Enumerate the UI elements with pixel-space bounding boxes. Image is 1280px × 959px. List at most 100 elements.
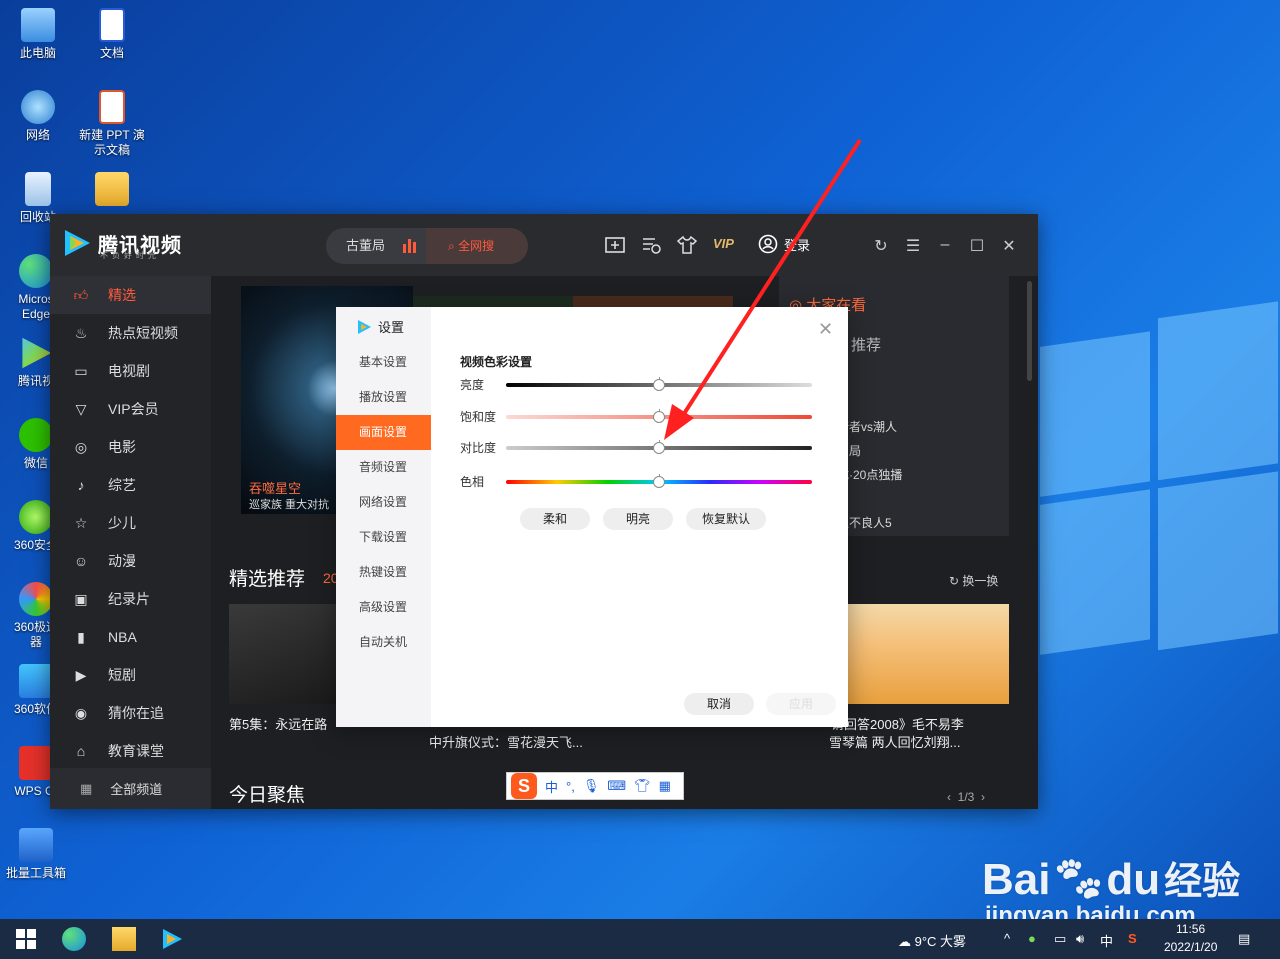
- sidebar-item-following[interactable]: ◉ 猜你在追: [50, 694, 211, 732]
- search-bar[interactable]: 古董局 ⌕ 全网搜: [326, 228, 528, 264]
- sidebar-item-tv[interactable]: ▭ 电视剧: [50, 352, 211, 390]
- tencent-video-logo-icon: [65, 230, 90, 256]
- ppt-icon: [99, 90, 125, 124]
- clock-date[interactable]: 2022/1/20: [1164, 940, 1217, 954]
- microphone-icon: ♪: [77, 477, 85, 493]
- desktop-icon-ppt[interactable]: 新建 PPT 演 示文稿: [76, 90, 148, 158]
- skin-icon[interactable]: 👕︎: [634, 778, 651, 794]
- scrollbar[interactable]: [1027, 281, 1032, 381]
- sidebar-item-label: 电影: [108, 439, 136, 455]
- notification-icon[interactable]: ▤: [1238, 931, 1250, 947]
- desktop-icon-tools[interactable]: 批量工具箱: [0, 828, 72, 881]
- sidebar-item-movie[interactable]: ◎ 电影: [50, 428, 211, 466]
- close-icon[interactable]: ✕: [999, 236, 1019, 256]
- 360-soft-icon: [19, 664, 53, 698]
- pager[interactable]: ‹ 1/3 ›: [947, 790, 985, 804]
- tray-chevron-icon[interactable]: ^: [1004, 931, 1010, 946]
- ime-indicator[interactable]: 中: [1100, 931, 1113, 950]
- windows-start-icon[interactable]: [14, 927, 38, 951]
- color-settings-heading: 视频色彩设置: [460, 355, 533, 369]
- ime-mode[interactable]: 中: [545, 777, 558, 796]
- login-label: 登录: [784, 237, 811, 253]
- grid-icon: ▦: [80, 780, 93, 796]
- sidebar-item-kids[interactable]: ☆ 少儿: [50, 504, 211, 542]
- settings-item-basic[interactable]: 基本设置: [336, 345, 431, 380]
- ime-punct[interactable]: °,: [566, 779, 575, 794]
- menu-icon[interactable]: ☰: [903, 236, 923, 256]
- sidebar-item-featured[interactable]: 👍︎ 精选: [50, 276, 211, 314]
- contrast-slider-knob[interactable]: [653, 442, 665, 454]
- baidu-watermark: Bai🐾︎du 经验: [982, 855, 1241, 904]
- minimize-icon[interactable]: –: [935, 236, 955, 254]
- refresh-icon[interactable]: ↻: [871, 236, 891, 256]
- section-title: 精选推荐: [229, 569, 306, 590]
- settings-menu: 设置 基本设置 播放设置 画面设置 音频设置 网络设置 下载设置 热键设置 高级…: [336, 307, 431, 727]
- maximize-icon[interactable]: ☐: [967, 236, 987, 256]
- hue-slider-knob[interactable]: [653, 476, 665, 488]
- flame-icon: ♨: [74, 324, 88, 341]
- clock-time[interactable]: 11:56: [1176, 922, 1205, 936]
- 360-safe-icon: [19, 500, 53, 534]
- video-caption[interactable]: 雪琴篇 两人回忆刘翔...: [829, 732, 960, 751]
- reset-default-button[interactable]: 恢复默认: [686, 508, 766, 530]
- vip-badge[interactable]: VIP: [713, 236, 734, 251]
- file-explorer-icon[interactable]: [112, 927, 136, 951]
- refresh-button[interactable]: ↻ 换一换: [949, 572, 998, 589]
- sogou-tray-icon[interactable]: S: [1128, 931, 1137, 946]
- tencent-video-icon[interactable]: [160, 927, 184, 951]
- brightness-slider-knob[interactable]: [653, 379, 665, 391]
- sidebar-item-vip[interactable]: ▽ VIP会员: [50, 390, 211, 428]
- desktop-icon-network[interactable]: 网络: [2, 90, 74, 143]
- sidebar-item-anime[interactable]: ☺ 动漫: [50, 542, 211, 580]
- desktop-icon-docs[interactable]: 文档: [76, 8, 148, 61]
- all-channels-label: 全部频道: [110, 782, 163, 797]
- 360-tray-icon[interactable]: ●: [1028, 931, 1036, 946]
- sidebar-item-short-drama[interactable]: ▶ 短剧: [50, 656, 211, 694]
- sidebar-item-documentary[interactable]: ▣ 纪录片: [50, 580, 211, 618]
- sidebar-item-education[interactable]: ⌂ 教育课堂: [50, 732, 211, 770]
- settings-item-picture[interactable]: 画面设置: [336, 415, 431, 450]
- search-all-button[interactable]: ⌕ 全网搜: [426, 228, 528, 264]
- microphone-icon[interactable]: 🎙︎: [583, 778, 600, 794]
- volume-icon[interactable]: 🔊︎: [1076, 931, 1084, 947]
- settings-item-download[interactable]: 下载设置: [336, 520, 431, 555]
- all-channels-button[interactable]: ▦ 全部频道: [50, 768, 211, 809]
- video-thumbnail[interactable]: [847, 604, 1009, 704]
- cancel-button[interactable]: 取消: [684, 693, 754, 715]
- saturation-slider-knob[interactable]: [653, 411, 665, 423]
- edge-icon: [19, 254, 53, 288]
- skin-shirt-icon[interactable]: [676, 234, 698, 256]
- sidebar-item-label: 猜你在追: [108, 705, 164, 721]
- history-icon[interactable]: [640, 234, 662, 256]
- desktop-icon-this-pc[interactable]: 此电脑: [2, 8, 74, 61]
- sidebar-item-nba[interactable]: ▮ NBA: [50, 618, 211, 656]
- preset-bright-button[interactable]: 明亮: [603, 508, 673, 530]
- video-caption[interactable]: 请回答2008》毛不易李: [831, 714, 964, 733]
- preset-soft-button[interactable]: 柔和: [520, 508, 590, 530]
- settings-item-network[interactable]: 网络设置: [336, 485, 431, 520]
- toolbox-icon[interactable]: ▦: [659, 778, 671, 794]
- video-caption[interactable]: 第5集：永远在路: [229, 714, 327, 733]
- settings-item-hotkeys[interactable]: 热键设置: [336, 555, 431, 590]
- ime-toolbar[interactable]: S 中 °, 🎙︎ ⌨ 👕︎ ▦: [506, 772, 684, 800]
- edge-icon[interactable]: [62, 927, 86, 951]
- sidebar-item-variety[interactable]: ♪ 综艺: [50, 466, 211, 504]
- thumbs-up-icon: 👍︎: [73, 286, 89, 303]
- settings-item-auto-shutdown[interactable]: 自动关机: [336, 625, 431, 660]
- login-button[interactable]: 登录: [758, 234, 810, 254]
- keyboard-icon[interactable]: ⌨: [607, 778, 626, 794]
- close-icon[interactable]: ✕: [818, 319, 833, 340]
- desktop-icon-tencent-folder[interactable]: [76, 172, 148, 210]
- apply-button[interactable]: 应用: [766, 693, 836, 715]
- 360-browser-icon: [19, 582, 53, 616]
- network-tray-icon[interactable]: ▭: [1054, 931, 1066, 947]
- video-caption[interactable]: 中升旗仪式：雪花漫天飞...: [429, 732, 583, 751]
- sidebar-item-hot-shorts[interactable]: ♨ 热点短视频: [50, 314, 211, 352]
- settings-item-advanced[interactable]: 高级设置: [336, 590, 431, 625]
- upload-video-icon[interactable]: [604, 234, 626, 256]
- settings-item-audio[interactable]: 音频设置: [336, 450, 431, 485]
- vip-crown-icon: ▽: [75, 400, 87, 417]
- settings-item-playback[interactable]: 播放设置: [336, 380, 431, 415]
- sogou-logo-icon: S: [511, 773, 537, 799]
- weather-widget[interactable]: ☁ 9°C 大雾: [898, 931, 966, 950]
